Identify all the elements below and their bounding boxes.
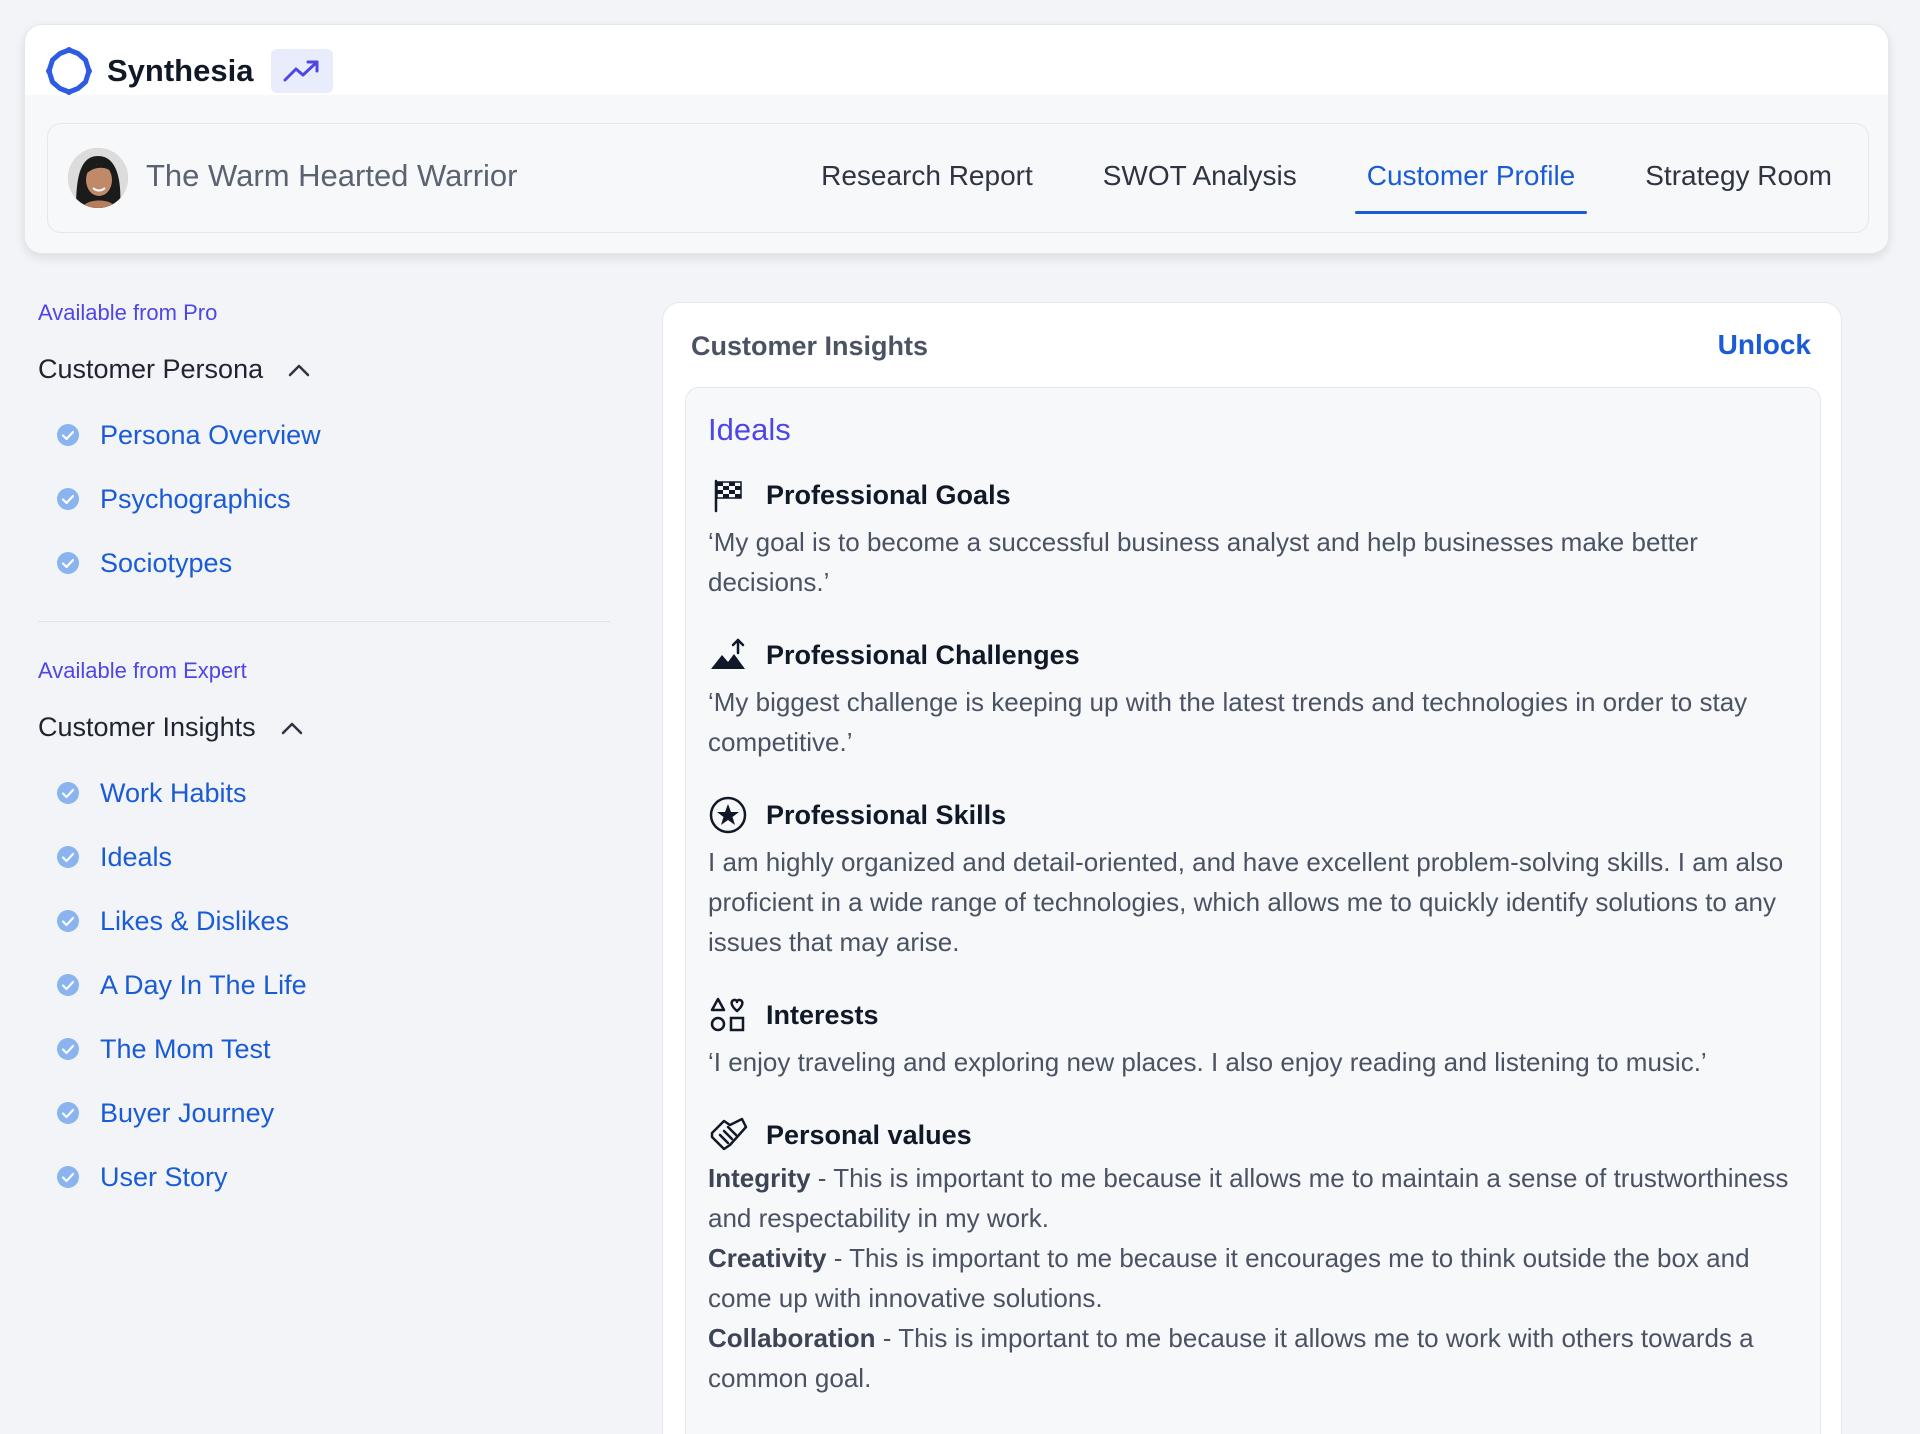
tab-customer-profile[interactable]: Customer Profile [1354,124,1588,234]
persona-nav-list: Persona Overview Psychographics Sociotyp… [56,403,610,595]
mountain-arrow-icon [711,638,745,669]
sidebar-item-persona-overview[interactable]: Persona Overview [56,403,610,467]
block-title: Professional Goals [766,479,1011,510]
availability-label-expert: Available from Expert [38,658,247,683]
professional-goals-block: Professional Goals ‘My goal is to become… [708,472,1798,602]
check-circle-icon [57,910,79,932]
ideals-card: Ideals Professional Goals ‘My goal is to… [685,387,1821,1434]
tab-strategy-room[interactable]: Strategy Room [1633,124,1844,234]
sidebar-item-user-story[interactable]: User Story [56,1145,610,1209]
professional-challenges-block: Professional Challenges ‘My biggest chal… [708,632,1798,762]
section-title: Customer Insights [38,712,256,742]
sidebar-item-label: Work Habits [100,777,247,808]
sidebar-item-label: Ideals [100,841,173,872]
star-circle-icon [709,796,747,834]
trending-up-icon [283,60,319,82]
value-name: Collaboration [708,1323,876,1353]
value-name: Creativity [708,1243,827,1273]
brand[interactable]: Synthesia [45,47,334,95]
sidebar-item-buyer-journey[interactable]: Buyer Journey [56,1081,610,1145]
tab-swot-analysis[interactable]: SWOT Analysis [1091,124,1309,234]
sidebar-item-psychographics[interactable]: Psychographics [56,467,610,531]
block-text: ‘I enjoy traveling and exploring new pla… [708,1047,1707,1077]
value-collaboration: Collaboration - This is important to me … [708,1318,1798,1398]
persona-bar: The Warm Hearted Warrior Research Report… [47,123,1869,233]
check-circle-icon [57,488,79,510]
brand-name: Synthesia [107,53,254,88]
block-title: Professional Skills [766,799,1007,830]
insights-nav-list: Work Habits Ideals Likes & Dislikes A Da… [56,761,610,1209]
persona-name: The Warm Hearted Warrior [146,158,518,193]
sidebar-item-a-day-in-the-life[interactable]: A Day In The Life [56,953,610,1017]
handshake-icon [710,1117,748,1151]
chevron-up-icon[interactable] [280,720,304,736]
sidebar-item-sociotypes[interactable]: Sociotypes [56,531,610,595]
section-customer-insights[interactable]: Customer Insights [38,712,610,743]
synthesia-logo-icon [46,47,92,95]
block-text: ‘My biggest challenge is keeping up with… [708,687,1748,757]
divider [38,621,610,622]
check-circle-icon [57,1166,79,1188]
sidebar-item-label: A Day In The Life [100,969,307,1000]
ideals-title: Ideals [708,412,791,447]
sidebar-item-label: Buyer Journey [100,1097,275,1128]
tab-research-report[interactable]: Research Report [809,124,1045,234]
section-customer-persona[interactable]: Customer Persona [38,354,610,385]
tab-bar: Research Report SWOT Analysis Customer P… [763,124,1844,234]
check-circle-icon [57,974,79,996]
panel-title: Customer Insights [691,331,929,361]
sidebar-item-label: The Mom Test [100,1033,271,1064]
sidebar: Available from Pro Customer Persona Pers… [38,300,610,1209]
block-title: Professional Challenges [766,639,1080,670]
check-circle-icon [57,846,79,868]
personal-values-block: Personal values Integrity - This is impo… [708,1112,1798,1398]
unlock-button[interactable]: Unlock [1718,329,1811,361]
header-card: Synthesia The Warm Hearted Warrior Resea… [24,24,1889,254]
block-title: Personal values [766,1119,972,1150]
customer-insights-panel: Customer Insights Unlock Ideals Professi… [662,302,1842,1434]
sidebar-item-label: Sociotypes [100,547,233,578]
block-text: I am highly organized and detail-oriente… [708,847,1784,957]
block-title: Interests [766,999,879,1030]
sidebar-item-label: Likes & Dislikes [100,905,290,936]
checkered-flag-icon [714,479,742,513]
sidebar-item-likes-dislikes[interactable]: Likes & Dislikes [56,889,610,953]
professional-skills-block: Professional Skills I am highly organize… [708,792,1798,962]
sidebar-item-ideals[interactable]: Ideals [56,825,610,889]
shapes-icon [710,997,745,1032]
value-integrity: Integrity - This is important to me beca… [708,1158,1798,1238]
interests-block: Interests ‘I enjoy traveling and explori… [708,992,1798,1082]
check-circle-icon [57,782,79,804]
check-circle-icon [57,424,79,446]
sidebar-item-label: Persona Overview [100,419,321,450]
sidebar-item-work-habits[interactable]: Work Habits [56,761,610,825]
sidebar-item-label: Psychographics [100,483,291,514]
availability-label-pro: Available from Pro [38,300,218,325]
check-circle-icon [57,1102,79,1124]
check-circle-icon [57,552,79,574]
value-text: - This is important to me because it enc… [708,1243,1750,1313]
trend-button[interactable] [271,49,334,93]
value-text: - This is important to me because it all… [708,1163,1789,1233]
avatar[interactable] [68,148,128,208]
value-name: Integrity [708,1163,811,1193]
section-title: Customer Persona [38,354,264,384]
value-creativity: Creativity - This is important to me bec… [708,1238,1798,1318]
avatar-image [68,148,128,208]
block-text: ‘My goal is to become a successful busin… [708,527,1698,597]
sidebar-item-label: User Story [100,1161,228,1192]
check-circle-icon [57,1038,79,1060]
chevron-up-icon[interactable] [287,362,311,378]
sidebar-item-the-mom-test[interactable]: The Mom Test [56,1017,610,1081]
